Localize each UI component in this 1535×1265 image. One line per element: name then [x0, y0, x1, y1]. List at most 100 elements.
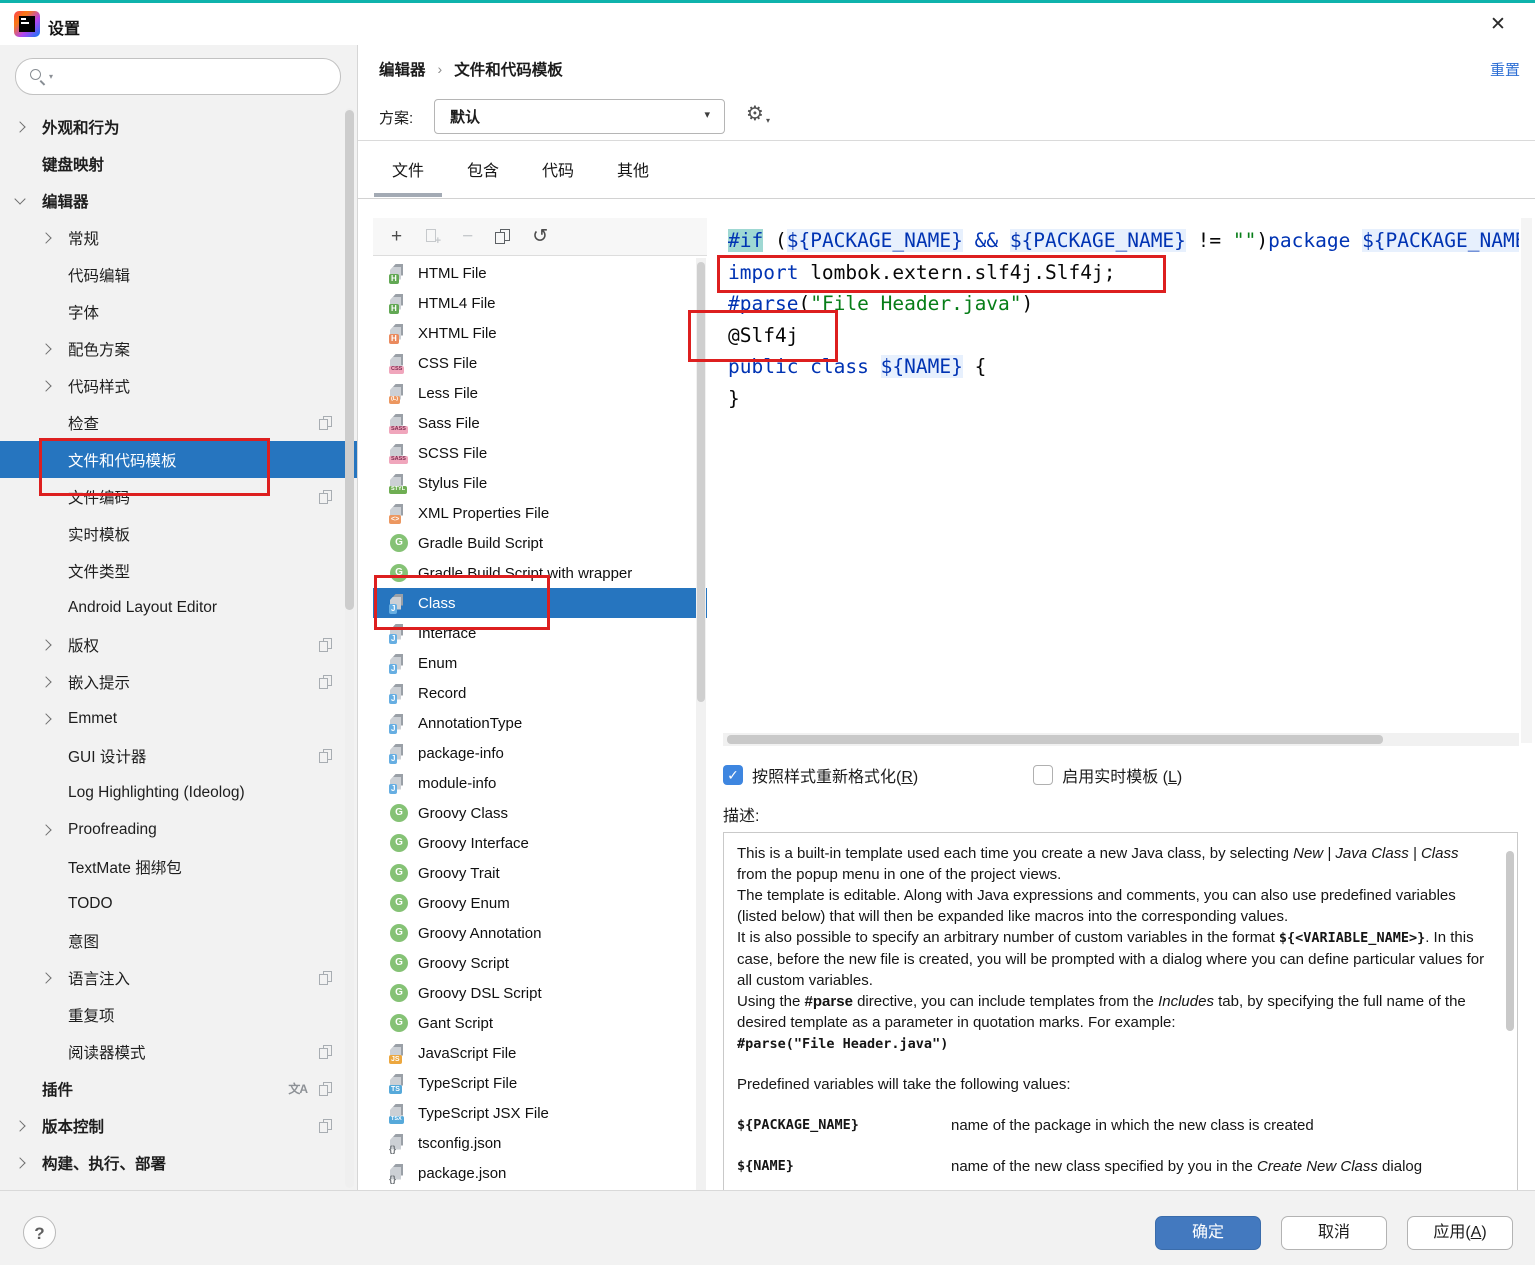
sidebar-item-font[interactable]: 字体 — [0, 293, 357, 330]
chevron-right-icon[interactable] — [40, 675, 52, 688]
sidebar-item-file-encodings[interactable]: 文件编码 — [0, 478, 357, 515]
list-item-package-json[interactable]: {} package.json — [373, 1158, 707, 1188]
editor-horizontal-scrollbar[interactable] — [723, 733, 1519, 746]
tab-其他[interactable]: 其他 — [599, 155, 667, 193]
list-item-module-info[interactable]: Jmodule-info — [373, 768, 707, 798]
list-item-groovy-script[interactable]: G Groovy Script — [373, 948, 707, 978]
list-item-gradle-build-script[interactable]: G Gradle Build Script — [373, 528, 707, 558]
list-item-groovy-trait[interactable]: G Groovy Trait — [373, 858, 707, 888]
close-icon[interactable]: ✕ — [1483, 11, 1513, 39]
tab-包含[interactable]: 包含 — [449, 155, 517, 193]
reformat-checkbox[interactable]: ✓ — [723, 765, 743, 785]
settings-search-box[interactable]: ▾ — [15, 58, 341, 95]
sidebar-item-code-editing[interactable]: 代码编辑 — [0, 256, 357, 293]
chevron-right-icon[interactable] — [14, 120, 26, 133]
template-code-editor[interactable]: #if (${PACKAGE_NAME} && ${PACKAGE_NAME} … — [723, 218, 1519, 731]
remove-template-icon[interactable]: − — [462, 227, 473, 246]
chevron-right-icon[interactable] — [40, 379, 52, 392]
sidebar-item-general[interactable]: 常规 — [0, 219, 357, 256]
list-item-typescript-file[interactable]: TS TypeScript File — [373, 1068, 707, 1098]
sidebar-item-duplicates[interactable]: 重复项 — [0, 996, 357, 1033]
chevron-right-icon[interactable] — [14, 1119, 26, 1132]
tab-代码[interactable]: 代码 — [524, 155, 592, 193]
chevron-right-icon[interactable] — [40, 971, 52, 984]
add-template-icon[interactable]: + — [391, 227, 402, 246]
list-item-css-file[interactable]: CSS CSS File — [373, 348, 707, 378]
sidebar-item-todo[interactable]: TODO — [0, 885, 357, 922]
live-template-checkbox[interactable] — [1033, 765, 1054, 785]
sidebar-item-proofreading[interactable]: Proofreading — [0, 811, 357, 848]
scheme-select[interactable]: 默认 ▾ — [434, 99, 725, 134]
editor-vertical-scrollbar[interactable] — [1521, 218, 1532, 743]
sidebar-item-appearance-and-behavior[interactable]: 外观和行为 — [0, 108, 357, 145]
reset-link[interactable]: 重置 — [1490, 59, 1520, 80]
revert-template-icon[interactable]: ↺ — [532, 227, 548, 246]
ok-button[interactable]: 确定 — [1155, 1216, 1261, 1250]
sidebar-item-editor[interactable]: 编辑器 — [0, 182, 357, 219]
list-item-sass-file[interactable]: SASS Sass File — [373, 408, 707, 438]
sidebar-item-textmate-bundles[interactable]: TextMate 捆绑包 — [0, 848, 357, 885]
list-item-tsconfig-json[interactable]: {} tsconfig.json — [373, 1128, 707, 1158]
list-item-interface[interactable]: J Interface — [373, 618, 707, 648]
list-item-xml-properties-file[interactable]: <> XML Properties File — [373, 498, 707, 528]
list-item-gradle-build-script-wrapper[interactable]: G Gradle Build Script with wrapper — [373, 558, 707, 588]
list-item-html4-file[interactable]: H HTML4 File — [373, 288, 707, 318]
sidebar-item-intentions[interactable]: 意图 — [0, 922, 357, 959]
list-item-annotationtype[interactable]: J AnnotationType — [373, 708, 707, 738]
sidebar-item-build-execution-deployment[interactable]: 构建、执行、部署 — [0, 1144, 357, 1181]
duplicate-template-icon[interactable] — [495, 229, 511, 244]
sidebar-item-android-layout-editor[interactable]: Android Layout Editor — [0, 589, 357, 626]
sidebar-item-color-scheme[interactable]: 配色方案 — [0, 330, 357, 367]
sidebar-item-plugins[interactable]: 插件 文A — [0, 1070, 357, 1107]
sidebar-item-inlay-hints[interactable]: 嵌入提示 — [0, 663, 357, 700]
search-input[interactable] — [66, 63, 325, 90]
sidebar-item-log-highlighting[interactable]: Log Highlighting (Ideolog) — [0, 774, 357, 811]
scheme-actions-button[interactable]: ⚙ ▾ — [746, 101, 776, 131]
sidebar-item-file-and-code-templates[interactable]: 文件和代码模板 — [0, 441, 357, 478]
chevron-down-icon[interactable] — [14, 193, 26, 205]
chevron-right-icon[interactable] — [40, 712, 52, 725]
copy-template-icon[interactable]: + — [424, 228, 441, 247]
sidebar-item-keymap[interactable]: 键盘映射 — [0, 145, 357, 182]
list-item-xhtml-file[interactable]: H XHTML File — [373, 318, 707, 348]
sidebar-item-inspections[interactable]: 检查 — [0, 404, 357, 441]
help-button[interactable]: ? — [23, 1216, 56, 1249]
chevron-right-icon[interactable] — [40, 231, 52, 244]
sidebar-item-live-templates[interactable]: 实时模板 — [0, 515, 357, 552]
list-item-groovy-annotation[interactable]: G Groovy Annotation — [373, 918, 707, 948]
sidebar-item-code-style[interactable]: 代码样式 — [0, 367, 357, 404]
list-item-stylus-file[interactable]: STYL Stylus File — [373, 468, 707, 498]
cancel-button[interactable]: 取消 — [1281, 1216, 1387, 1250]
list-item-package-info[interactable]: Jpackage-info — [373, 738, 707, 768]
chevron-right-icon[interactable] — [40, 823, 52, 836]
list-item-groovy-dsl-script[interactable]: G Groovy DSL Script — [373, 978, 707, 1008]
list-item-enum[interactable]: J Enum — [373, 648, 707, 678]
chevron-right-icon[interactable] — [40, 342, 52, 355]
sidebar-item-file-types[interactable]: 文件类型 — [0, 552, 357, 589]
description-scrollbar[interactable] — [1506, 837, 1515, 1229]
list-item-gant-script[interactable]: G Gant Script — [373, 1008, 707, 1038]
apply-button[interactable]: 应用(A) — [1407, 1216, 1513, 1250]
sidebar-item-copyright[interactable]: 版权 — [0, 626, 357, 663]
list-item-class[interactable]: J Class — [373, 588, 707, 618]
tab-文件[interactable]: 文件 — [374, 155, 443, 197]
list-item-groovy-class[interactable]: G Groovy Class — [373, 798, 707, 828]
list-item-typescript-jsx-file[interactable]: TSX TypeScript JSX File — [373, 1098, 707, 1128]
breadcrumb-editor[interactable]: 编辑器 — [379, 58, 426, 80]
sidebar-scrollbar[interactable] — [345, 108, 354, 1188]
sidebar-item-version-control[interactable]: 版本控制 — [0, 1107, 357, 1144]
list-item-groovy-interface[interactable]: G Groovy Interface — [373, 828, 707, 858]
sidebar-item-emmet[interactable]: Emmet — [0, 700, 357, 737]
sidebar-item-gui-designer[interactable]: GUI 设计器 — [0, 737, 357, 774]
sidebar-item-language-injections[interactable]: 语言注入 — [0, 959, 357, 996]
list-item-less-file[interactable]: (L) Less File — [373, 378, 707, 408]
list-item-html-file[interactable]: H HTML File — [373, 258, 707, 288]
chevron-right-icon[interactable] — [14, 1156, 26, 1169]
list-item-record[interactable]: J Record — [373, 678, 707, 708]
list-item-javascript-file[interactable]: JS JavaScript File — [373, 1038, 707, 1068]
list-scrollbar[interactable] — [696, 258, 706, 1231]
list-item-groovy-enum[interactable]: G Groovy Enum — [373, 888, 707, 918]
list-item-scss-file[interactable]: SASS SCSS File — [373, 438, 707, 468]
chevron-right-icon[interactable] — [40, 638, 52, 651]
sidebar-item-reader-mode[interactable]: 阅读器模式 — [0, 1033, 357, 1070]
